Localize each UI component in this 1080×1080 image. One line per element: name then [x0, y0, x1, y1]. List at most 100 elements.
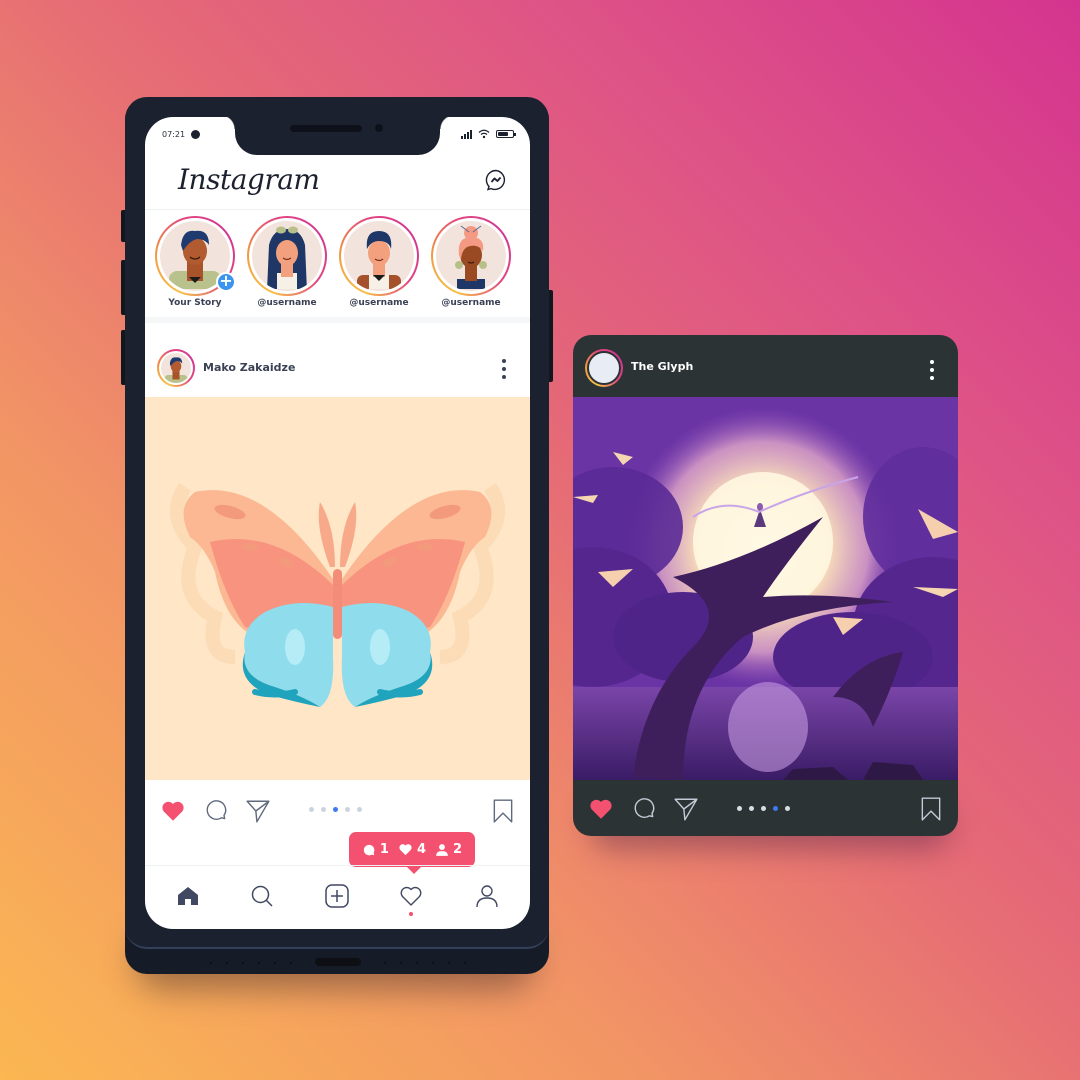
activity-notification-bubble[interactable]: 1 4 2: [349, 832, 475, 874]
grill-dot: [400, 962, 402, 964]
more-dot: [930, 368, 934, 372]
post-author-avatar[interactable]: [157, 349, 195, 387]
card-more-button[interactable]: [926, 360, 938, 380]
avatar: [161, 353, 191, 383]
more-dot: [502, 367, 506, 371]
card-comment-button[interactable]: [631, 796, 657, 822]
notif-likes-count: 4: [416, 842, 427, 857]
grill-dot: [432, 962, 434, 964]
carousel-indicator: [309, 807, 362, 812]
messenger-notification-icon: [191, 130, 200, 142]
front-camera: [375, 124, 383, 132]
card-author-name[interactable]: The Glyph: [631, 360, 693, 373]
post-image-butterfly[interactable]: [145, 397, 530, 780]
card-actions-bar: [573, 780, 958, 836]
share-icon: [246, 800, 270, 823]
comment-icon: [634, 798, 655, 818]
story-your-story[interactable]: + Your Story: [155, 216, 236, 308]
share-icon: [674, 798, 698, 821]
nav-profile[interactable]: [475, 884, 499, 908]
notif-likes: 4: [398, 842, 426, 857]
comment-filled-icon: [363, 844, 375, 855]
messenger-icon: [485, 169, 506, 191]
side-button-power: [549, 290, 553, 382]
grill-dot: [384, 962, 386, 964]
post-author-name[interactable]: Mako Zakaidze: [203, 361, 295, 374]
card-share-button[interactable]: [673, 796, 699, 822]
more-dot: [502, 375, 506, 379]
bottom-navigation: [145, 865, 530, 929]
notif-followers: 2: [435, 842, 462, 857]
more-dot: [930, 360, 934, 364]
card-save-button[interactable]: [918, 796, 944, 822]
card-like-button[interactable]: [588, 796, 614, 822]
bottom-speaker: [315, 958, 361, 966]
user-filled-icon: [436, 843, 448, 856]
grill-dot: [210, 962, 212, 964]
carousel-dot-active[interactable]: [333, 807, 338, 812]
earpiece: [290, 125, 362, 132]
signal-icon: [461, 129, 472, 139]
story-ring: [339, 216, 419, 296]
share-button[interactable]: [245, 798, 271, 824]
nav-search[interactable]: [250, 884, 274, 908]
avatar: [587, 351, 621, 385]
notif-followers-count: 2: [453, 842, 463, 857]
app-header: Instagram: [145, 157, 530, 210]
grill-dot: [258, 962, 260, 964]
story-item[interactable]: @username: [339, 216, 419, 308]
carousel-dot[interactable]: [749, 806, 754, 811]
story-label: Your Story: [168, 298, 222, 308]
search-icon: [251, 885, 273, 907]
dark-post-card: The Glyph: [573, 335, 958, 836]
avatar: [436, 221, 506, 291]
grill-dot: [464, 962, 466, 964]
heart-filled-icon: [590, 799, 612, 819]
carousel-dot[interactable]: [357, 807, 362, 812]
grill-dot: [416, 962, 418, 964]
story-ring: [247, 216, 327, 296]
post-header: Mako Zakaidze: [145, 329, 530, 397]
story-ring: [431, 216, 511, 296]
bookmark-icon: [921, 797, 941, 821]
battery-icon: [496, 130, 516, 138]
bookmark-icon: [493, 799, 513, 823]
heart-filled-icon: [399, 844, 412, 856]
phone-notch: [221, 117, 454, 155]
carousel-dot[interactable]: [321, 807, 326, 812]
nav-activity[interactable]: [399, 884, 423, 908]
save-button[interactable]: [490, 798, 516, 824]
carousel-dot[interactable]: [309, 807, 314, 812]
post-actions-bar: [145, 780, 530, 840]
comment-button[interactable]: [203, 798, 229, 824]
grill-dot: [290, 962, 292, 964]
post-more-button[interactable]: [498, 359, 510, 379]
more-dot: [930, 376, 934, 380]
nav-home[interactable]: [176, 884, 200, 908]
story-item[interactable]: @username: [247, 216, 327, 308]
carousel-dot[interactable]: [737, 806, 742, 811]
carousel-dot-active[interactable]: [773, 806, 778, 811]
carousel-dot[interactable]: [345, 807, 350, 812]
wifi-icon: [478, 129, 490, 139]
post-image-fantasy-moon[interactable]: [573, 397, 958, 780]
stories-row: + Your Story @username @username @userna…: [145, 211, 530, 323]
grill-dot: [448, 962, 450, 964]
grill-dot: [274, 962, 276, 964]
activity-heart-icon: [400, 886, 422, 906]
add-post-icon: [325, 884, 349, 908]
add-story-button[interactable]: +: [216, 272, 236, 292]
nav-new-post[interactable]: [325, 884, 349, 908]
notif-comments: 1: [362, 842, 389, 857]
avatar: [252, 221, 322, 291]
carousel-dot[interactable]: [761, 806, 766, 811]
grill-dot: [242, 962, 244, 964]
story-item[interactable]: @username: [431, 216, 511, 308]
card-author-avatar[interactable]: [585, 349, 623, 387]
carousel-dot[interactable]: [785, 806, 790, 811]
grill-dot: [226, 962, 228, 964]
story-label: @username: [257, 298, 317, 308]
like-button[interactable]: [160, 798, 186, 824]
avatar: [344, 221, 414, 291]
messenger-button[interactable]: [485, 169, 507, 191]
